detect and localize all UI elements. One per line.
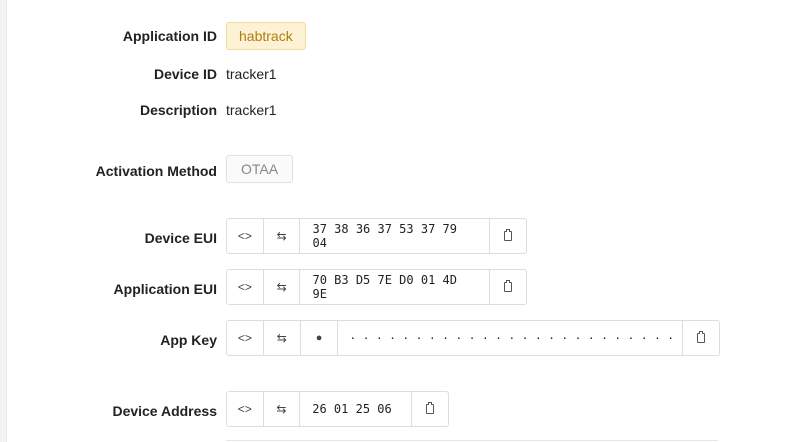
activation-method-label: Activation Method: [95, 163, 217, 179]
application-id-badge[interactable]: habtrack: [226, 22, 306, 50]
byte-order-icon[interactable]: ⇆: [264, 270, 301, 304]
eye-icon[interactable]: ●: [301, 321, 338, 355]
app-key-label: App Key: [160, 332, 217, 348]
device-eui-field: <> ⇆ 37 38 36 37 53 37 79 04: [226, 218, 527, 254]
description-label: Description: [139, 102, 217, 118]
copy-button[interactable]: [490, 219, 526, 253]
application-id-label: Application ID: [122, 28, 217, 44]
device-id-value: tracker1: [226, 66, 277, 82]
device-id-label: Device ID: [153, 66, 217, 82]
format-toggle-icon[interactable]: <>: [227, 219, 264, 253]
format-toggle-icon[interactable]: <>: [227, 392, 264, 426]
description-value: tracker1: [226, 102, 277, 118]
application-eui-field: <> ⇆ 70 B3 D5 7E D0 01 4D 9E: [226, 269, 527, 305]
device-eui-label: Device EUI: [144, 230, 217, 246]
device-address-value: 26 01 25 06: [300, 392, 413, 426]
copy-button[interactable]: [683, 321, 719, 355]
byte-order-icon[interactable]: ⇆: [264, 392, 301, 426]
clipboard-icon: [504, 280, 513, 292]
app-key-value: · · · · · · · · · · · · · · · · · · · · …: [338, 321, 684, 355]
byte-order-icon[interactable]: ⇆: [264, 219, 301, 253]
copy-button[interactable]: [412, 392, 448, 426]
clipboard-icon: [697, 331, 706, 343]
copy-button[interactable]: [490, 270, 526, 304]
clipboard-icon: [504, 229, 513, 241]
clipboard-icon: [426, 402, 435, 414]
application-eui-value: 70 B3 D5 7E D0 01 4D 9E: [300, 270, 491, 304]
app-key-field: <> ⇆ ● · · · · · · · · · · · · · · · · ·…: [226, 320, 720, 356]
format-toggle-icon[interactable]: <>: [227, 321, 264, 355]
next-field-edge: [226, 440, 718, 441]
application-eui-label: Application EUI: [113, 281, 217, 297]
byte-order-icon[interactable]: ⇆: [264, 321, 301, 355]
activation-method-badge: OTAA: [226, 155, 294, 183]
format-toggle-icon[interactable]: <>: [227, 270, 264, 304]
device-address-field: <> ⇆ 26 01 25 06: [226, 391, 449, 427]
device-address-label: Device Address: [112, 403, 217, 419]
device-eui-value: 37 38 36 37 53 37 79 04: [300, 219, 491, 253]
